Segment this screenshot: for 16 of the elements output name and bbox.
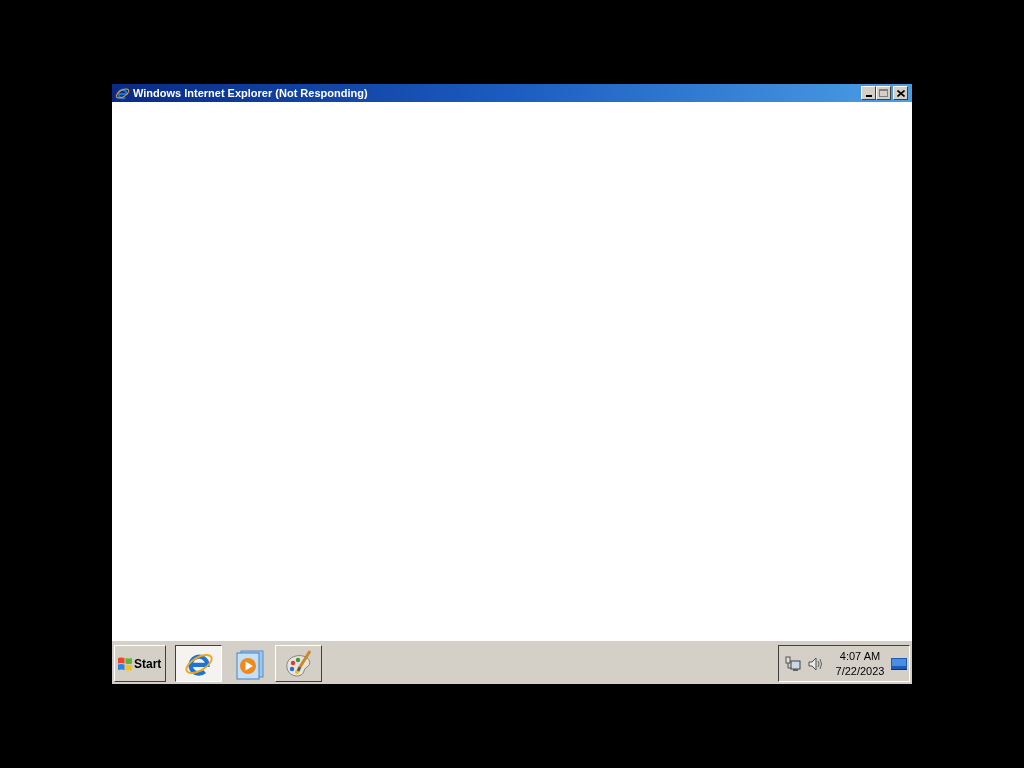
maximize-icon [879,89,888,97]
minimize-button[interactable] [861,86,876,100]
close-icon [896,89,905,97]
windows-flag-icon [118,656,132,671]
start-button[interactable]: Start [114,645,166,682]
clock-date: 7/22/2023 [835,663,885,679]
speaker-icon[interactable] [808,655,824,672]
maximize-button[interactable] [876,86,891,100]
minimize-icon [865,95,872,97]
network-icon[interactable] [785,655,801,672]
browser-logo-icon [115,85,130,101]
window-title: Windows Internet Explorer (Not Responding) [133,87,368,99]
taskbar-button[interactable] [175,645,222,682]
desktop-icon[interactable] [891,657,907,670]
clock-time: 4:07 AM [839,648,881,664]
close-button[interactable] [893,86,908,100]
